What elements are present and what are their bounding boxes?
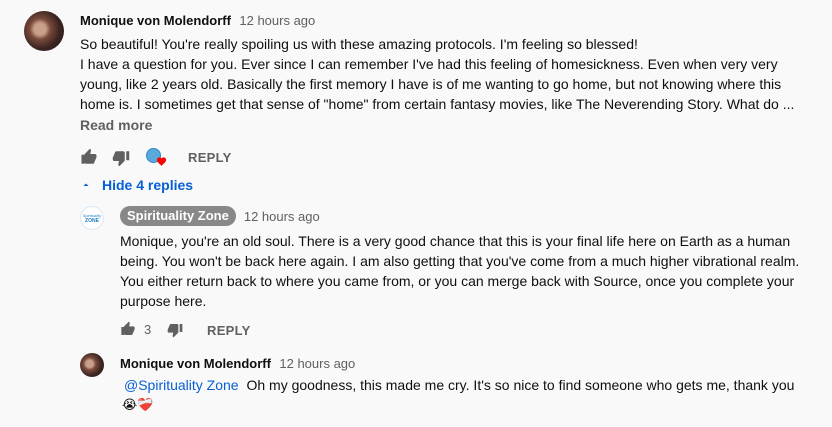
- comment-line: home is. I sometimes get that sense of "…: [80, 96, 795, 112]
- reply-line: purpose here.: [120, 293, 207, 309]
- dislike-button[interactable]: [112, 149, 130, 167]
- avatar[interactable]: [80, 353, 104, 377]
- creator-badge[interactable]: Spirituality Zone: [120, 206, 236, 226]
- comment-line: So beautiful! You're really spoiling us …: [80, 36, 638, 52]
- reply-line: Monique, you're an old soul. There is a …: [120, 233, 791, 249]
- avatar[interactable]: [24, 11, 64, 51]
- comment-header: Monique von Molendorff 12 hours ago: [80, 12, 315, 30]
- reply-body: Monique, you're an old soul. There is a …: [120, 231, 820, 311]
- thumbs-down-icon: [112, 151, 130, 167]
- creator-heart-icon: [156, 157, 167, 166]
- comment-body: So beautiful! You're really spoiling us …: [80, 34, 800, 114]
- reply-time[interactable]: 12 hours ago: [279, 356, 355, 371]
- reply-button[interactable]: REPLY: [207, 323, 251, 338]
- hide-replies-button[interactable]: Hide 4 replies: [80, 177, 193, 193]
- mention-link[interactable]: @Spirituality Zone: [124, 377, 239, 393]
- thumbs-down-icon: [167, 324, 183, 338]
- reply-author[interactable]: Monique von Molendorff: [120, 356, 271, 371]
- like-button[interactable]: [120, 321, 136, 337]
- reply-button[interactable]: REPLY: [188, 150, 232, 165]
- avatar[interactable]: Spirituality ZONE: [80, 206, 104, 230]
- reply-line: You either return back to where you came…: [120, 273, 795, 289]
- comment-time[interactable]: 12 hours ago: [239, 13, 315, 28]
- hide-replies-label: Hide 4 replies: [102, 177, 194, 193]
- reply-body: @Spirituality Zone Oh my goodness, this …: [124, 375, 824, 395]
- comment-author[interactable]: Monique von Molendorff: [80, 13, 231, 28]
- chevron-up-icon: [83, 183, 89, 186]
- comment-line: young, like 2 years old. Basically the f…: [80, 76, 782, 92]
- reply-header: Monique von Molendorff 12 hours ago: [120, 355, 355, 373]
- like-button[interactable]: [80, 148, 98, 166]
- like-count: 3: [144, 322, 152, 337]
- thumbs-up-icon: [121, 321, 135, 335]
- reply-text: Oh my goodness, this made me cry. It's s…: [246, 377, 795, 393]
- avatar-text: ZONE: [85, 217, 99, 224]
- emoji-row: 😭❤️‍🩹: [122, 397, 154, 412]
- comment-line: I have a question for you. Ever since I …: [80, 56, 778, 72]
- read-more-link[interactable]: Read more: [80, 117, 152, 133]
- reply-line: being. You won't be back here again. I a…: [120, 253, 800, 269]
- creator-heart[interactable]: [146, 148, 168, 168]
- dislike-button[interactable]: [167, 322, 183, 338]
- thumbs-up-icon: [81, 148, 97, 164]
- reply-time[interactable]: 12 hours ago: [244, 209, 320, 224]
- reply-header: Spirituality Zone 12 hours ago: [120, 206, 320, 226]
